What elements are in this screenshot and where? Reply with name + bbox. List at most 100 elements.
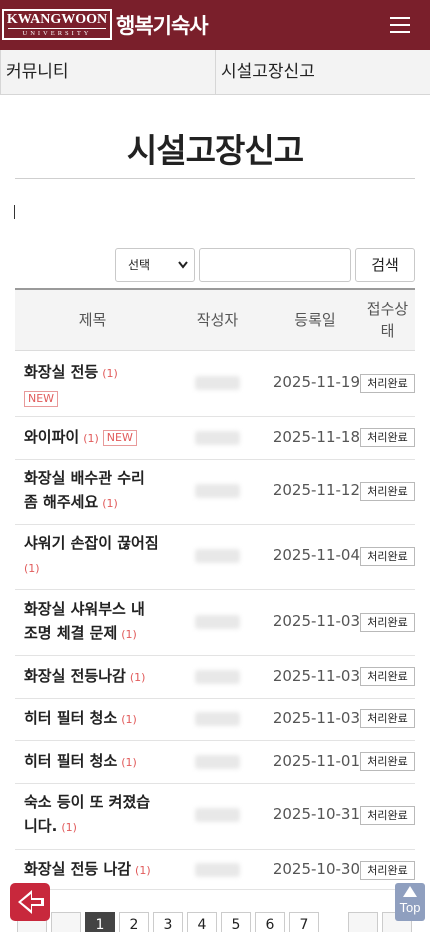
author-blurred	[195, 712, 240, 726]
search-input[interactable]	[199, 248, 351, 282]
row-title-line2: 좀 해주세요	[24, 493, 99, 511]
page-link[interactable]: 1	[85, 912, 115, 932]
table-header: 제목 작성자 등록일 접수상 태	[15, 288, 415, 351]
page-link[interactable]: 5	[221, 912, 251, 932]
search-category-select[interactable]: 선택	[115, 248, 195, 282]
arrow-left-icon	[18, 890, 44, 914]
header-status: 접수상 태	[360, 298, 415, 342]
row-title[interactable]: 숙소 등이 또 켜졌습 니다. (1)	[24, 790, 174, 840]
table-row[interactable]: 숙소 등이 또 켜졌습 니다. (1) 2025-10-31 처리완료	[15, 784, 415, 850]
row-title-line2: 조명 체결 문제	[24, 624, 118, 642]
header-status-line1: 접수상	[366, 300, 409, 318]
row-date: 2025-11-03	[272, 709, 360, 727]
status-badge: 처리완료	[360, 482, 415, 501]
status-badge: 처리완료	[360, 709, 415, 728]
comment-count: (1)	[129, 671, 146, 684]
row-title[interactable]: 화장실 전등 (1) NEW	[24, 360, 174, 410]
page-link[interactable]: 4	[187, 912, 217, 932]
table-row[interactable]: 화장실 전등 나감 (1) 2025-10-30 처리완료	[15, 850, 415, 890]
subnav-item-community[interactable]: 커뮤니티	[0, 50, 215, 95]
author-blurred	[195, 431, 240, 445]
row-title-line1: 화장실 배수관 수리	[24, 469, 145, 487]
row-title[interactable]: 화장실 전등나감 (1)	[24, 664, 194, 690]
row-title[interactable]: 화장실 전등 나감 (1)	[24, 857, 194, 883]
author-blurred	[195, 376, 240, 390]
status-badge: 처리완료	[360, 613, 415, 632]
row-title[interactable]: 샤워기 손잡이 끊어짐 (1)	[24, 531, 184, 581]
comment-count: (1)	[121, 713, 137, 726]
chevron-down-icon	[178, 261, 188, 269]
page-link[interactable]: 2	[119, 912, 149, 932]
table-row[interactable]: 샤워기 손잡이 끊어짐 (1) 2025-11-04 처리완료	[15, 525, 415, 590]
row-title-text: 히터 필터 청소	[24, 709, 118, 727]
status-badge: 처리완료	[360, 547, 415, 566]
search-button[interactable]: 검색	[355, 248, 415, 282]
hamburger-menu-icon[interactable]	[384, 12, 416, 38]
site-title[interactable]: 행복기숙사	[116, 10, 209, 40]
row-title-line2: 니다.	[24, 817, 58, 835]
table-row[interactable]: 와이파이 (1) NEW 2025-11-18 처리완료	[15, 417, 415, 460]
row-date: 2025-10-30	[272, 860, 360, 878]
page-link[interactable]: 7	[289, 912, 319, 932]
new-badge: NEW	[24, 391, 59, 407]
row-title-text: 화장실 전등 나감	[24, 860, 132, 878]
row-title-text: 히터 필터 청소	[24, 752, 118, 770]
comment-count: (1)	[121, 756, 137, 769]
header-title: 제목	[78, 311, 107, 329]
table-row[interactable]: 화장실 샤워부스 내 조명 체결 문제 (1) 2025-11-03 처리완료	[15, 590, 415, 656]
table-row[interactable]: 히터 필터 청소 (1) 2025-11-03 처리완료	[15, 699, 415, 741]
author-blurred	[195, 755, 240, 769]
row-title[interactable]: 히터 필터 청소 (1)	[24, 749, 194, 775]
title-divider	[15, 178, 415, 179]
scroll-top-label: Top	[399, 900, 421, 915]
scroll-top-button[interactable]: Top	[395, 883, 425, 921]
next-page-button[interactable]	[348, 912, 378, 932]
row-date: 2025-11-04	[272, 546, 360, 564]
row-date: 2025-11-01	[272, 752, 360, 770]
back-button[interactable]	[10, 883, 50, 921]
table-row[interactable]: 화장실 배수관 수리 좀 해주세요 (1) 2025-11-12 처리완료	[15, 460, 415, 525]
author-blurred	[195, 670, 240, 684]
status-badge: 처리완료	[360, 752, 415, 771]
row-title-text: 샤워기 손잡이 끊어짐	[24, 534, 159, 552]
subnav-item-facility-report[interactable]: 시설고장신고	[215, 50, 430, 95]
row-date: 2025-11-18	[272, 428, 360, 446]
table-row[interactable]: 히터 필터 청소 (1) 2025-11-01 처리완료	[15, 741, 415, 784]
row-title-text: 화장실 전등	[24, 363, 99, 381]
comment-count: (1)	[102, 367, 118, 380]
status-badge: 처리완료	[360, 667, 415, 686]
logo-sub-text: UNIVERSITY	[8, 28, 106, 37]
row-title-text: 화장실 전등나감	[24, 667, 126, 685]
pagination: 1 2 3 4 5 6 7	[0, 912, 430, 932]
row-title-line1: 숙소 등이 또 켜졌습	[24, 793, 151, 811]
row-title[interactable]: 화장실 배수관 수리 좀 해주세요 (1)	[24, 466, 174, 516]
author-blurred	[195, 484, 240, 498]
table-row[interactable]: 화장실 전등 (1) NEW 2025-11-19 처리완료	[15, 352, 415, 417]
row-title-text: 와이파이	[24, 428, 80, 446]
page-link[interactable]: 6	[255, 912, 285, 932]
row-title[interactable]: 화장실 샤워부스 내 조명 체결 문제 (1)	[24, 597, 174, 647]
header-status-line2: 태	[380, 322, 395, 340]
row-date: 2025-11-03	[272, 667, 360, 685]
author-blurred	[195, 615, 240, 629]
comment-count: (1)	[83, 432, 99, 445]
row-date: 2025-11-12	[272, 481, 360, 499]
page-link[interactable]: 3	[153, 912, 183, 932]
header-date: 등록일	[294, 311, 336, 329]
comment-count: (1)	[61, 821, 77, 834]
header-author: 작성자	[196, 311, 239, 329]
comment-count: (1)	[121, 628, 137, 641]
row-title[interactable]: 와이파이 (1) NEW	[24, 425, 174, 451]
prev-page-button[interactable]	[51, 912, 81, 932]
search-select-value: 선택	[128, 258, 151, 272]
author-blurred	[195, 863, 240, 877]
status-badge: 처리완료	[360, 374, 415, 393]
arrow-up-icon	[403, 886, 417, 897]
row-title[interactable]: 히터 필터 청소 (1)	[24, 706, 194, 732]
university-logo[interactable]: KWANGWOON UNIVERSITY	[2, 9, 112, 40]
text-cursor	[14, 205, 15, 219]
row-date: 2025-11-03	[272, 612, 360, 630]
table-row[interactable]: 화장실 전등나감 (1) 2025-11-03 처리완료	[15, 656, 415, 699]
top-header-bar: KWANGWOON UNIVERSITY 행복기숙사	[0, 0, 430, 50]
author-blurred	[195, 549, 240, 563]
